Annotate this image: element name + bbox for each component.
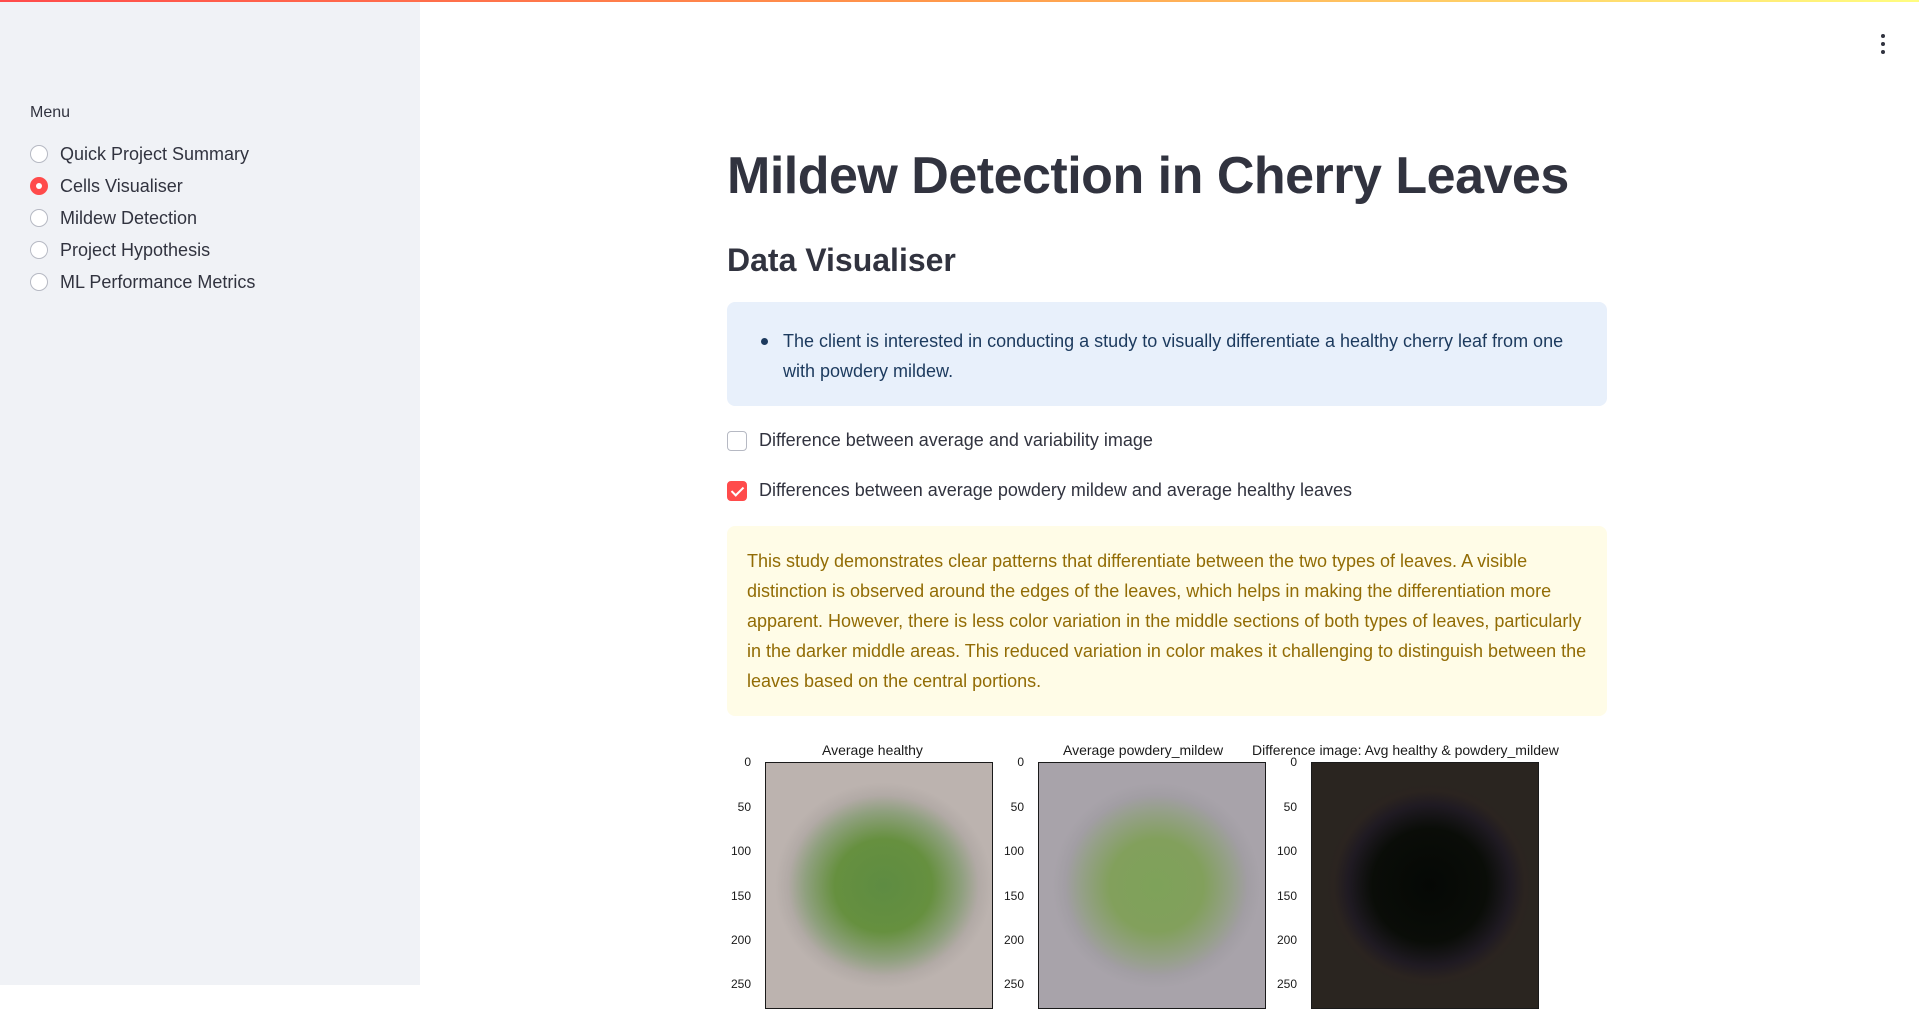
y-tick: 0 [1017, 755, 1024, 769]
warning-text: This study demonstrates clear patterns t… [747, 551, 1587, 691]
leaf-comparison-figure: Average healthy 0 50 100 150 200 250 Ave… [727, 738, 1607, 1009]
kebab-dot [1881, 42, 1885, 46]
radio-label: Cells Visualiser [60, 175, 183, 196]
radio-item-project-hypothesis[interactable]: Project Hypothesis [30, 234, 255, 266]
y-tick: 150 [1003, 889, 1024, 903]
checkbox-label: Differences between average powdery mild… [759, 480, 1353, 500]
radio-item-ml-performance-metrics[interactable]: ML Performance Metrics [30, 266, 255, 298]
checkbox-average-variability[interactable]: Difference between average and variabili… [727, 430, 1153, 451]
y-tick: 150 [1276, 889, 1297, 903]
y-tick: 200 [1276, 933, 1297, 947]
difference-image [1311, 762, 1539, 1009]
y-tick: 0 [1290, 755, 1297, 769]
sidebar: Menu Quick Project Summary Cells Visuali… [0, 0, 420, 985]
average-healthy-image [765, 762, 993, 1009]
radio-button-icon[interactable] [30, 209, 48, 227]
info-bullet: The client is interested in conducting a… [761, 326, 1577, 386]
y-tick: 250 [730, 977, 751, 991]
radio-item-mildew-detection[interactable]: Mildew Detection [30, 202, 255, 234]
y-tick: 200 [730, 933, 751, 947]
panel-title-difference-image: Difference image: Avg healthy & powdery_… [1252, 742, 1559, 758]
radio-label: Project Hypothesis [60, 239, 211, 260]
checkbox-checked-icon[interactable] [727, 480, 747, 501]
menu-label: Menu [30, 104, 71, 121]
y-tick: 100 [1276, 844, 1297, 858]
kebab-dot [1881, 34, 1885, 38]
y-tick: 50 [1010, 800, 1024, 814]
page-title: Mildew Detection in Cherry Leaves [727, 147, 1569, 205]
y-tick: 250 [1003, 977, 1024, 991]
radio-button-icon[interactable] [30, 273, 48, 291]
kebab-menu-icon[interactable] [1879, 34, 1887, 54]
info-callout: The client is interested in conducting a… [727, 302, 1607, 406]
y-tick: 50 [737, 800, 751, 814]
panel-title-average-healthy: Average healthy [822, 742, 923, 758]
radio-item-quick-project-summary[interactable]: Quick Project Summary [30, 138, 255, 170]
checkbox-unchecked-icon[interactable] [727, 430, 747, 451]
y-tick: 50 [1283, 800, 1297, 814]
y-tick: 150 [730, 889, 751, 903]
warning-callout: This study demonstrates clear patterns t… [727, 526, 1607, 716]
info-list: The client is interested in conducting a… [761, 326, 1577, 386]
radio-button-icon[interactable] [30, 241, 48, 259]
radio-label: Quick Project Summary [60, 143, 250, 164]
y-tick: 100 [730, 844, 751, 858]
checkbox-label: Difference between average and variabili… [759, 430, 1153, 450]
y-tick: 100 [1003, 844, 1024, 858]
y-tick: 250 [1276, 977, 1297, 991]
average-powdery-mildew-image [1038, 762, 1266, 1009]
y-tick: 0 [744, 755, 751, 769]
page-radio-group: Quick Project Summary Cells Visualiser M… [30, 138, 255, 298]
section-subtitle: Data Visualiser [727, 242, 956, 278]
radio-button-selected-icon[interactable] [30, 177, 48, 195]
panel-title-average-powdery-mildew: Average powdery_mildew [1063, 742, 1224, 758]
radio-label: ML Performance Metrics [60, 271, 256, 292]
radio-label: Mildew Detection [60, 207, 198, 228]
kebab-dot [1881, 50, 1885, 54]
radio-button-icon[interactable] [30, 145, 48, 163]
checkbox-mildew-vs-healthy[interactable]: Differences between average powdery mild… [727, 480, 1352, 501]
y-tick: 200 [1003, 933, 1024, 947]
top-decoration-bar [0, 0, 1919, 2]
radio-item-cells-visualiser[interactable]: Cells Visualiser [30, 170, 255, 202]
